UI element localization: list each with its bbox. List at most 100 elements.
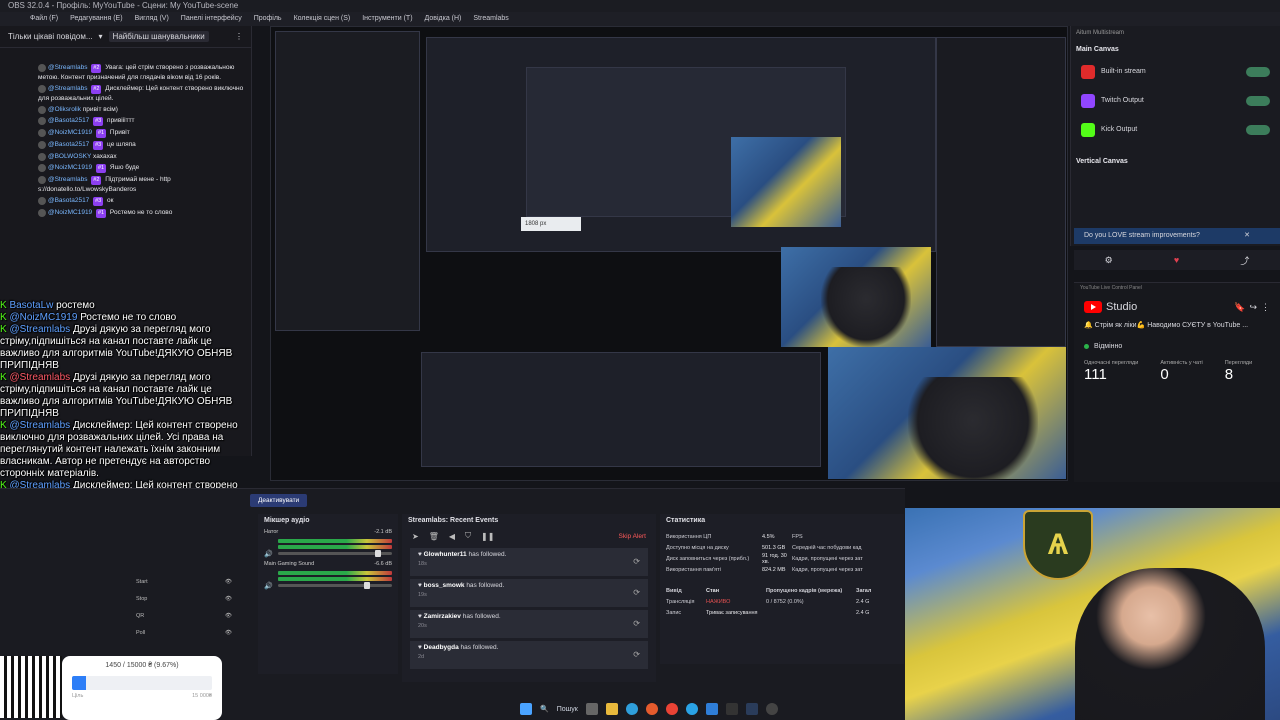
replay-icon[interactable]: ⟳	[633, 650, 640, 659]
event-item[interactable]: ♥ boss_smowk has followed. 19s ⟳	[410, 579, 648, 607]
speaker-icon[interactable]: 🔊	[264, 550, 273, 558]
menu-file[interactable]: Файл (F)	[30, 12, 58, 26]
bookmark-icon[interactable]: 🔖	[1234, 302, 1245, 313]
output-header-cell: Пропущено кадрів (мережа)	[766, 587, 843, 594]
source-item[interactable]: Start 👁	[120, 574, 250, 591]
volume-slider[interactable]	[278, 550, 392, 557]
share-icon[interactable]: ⤴	[1240, 254, 1249, 267]
eye-icon[interactable]: 👁	[225, 591, 232, 608]
volume-slider[interactable]	[278, 582, 392, 589]
eye-icon[interactable]: 👁	[225, 608, 232, 625]
mute-icon[interactable]: ◀	[449, 532, 455, 541]
chat-username[interactable]: @Streamlabs	[48, 176, 87, 183]
chat-username[interactable]: @Streamlabs	[48, 85, 87, 92]
stream-preview[interactable]: 1808 px	[270, 26, 1068, 481]
source-item[interactable]: QR 👁	[120, 608, 250, 625]
more-icon[interactable]: ⋮	[235, 32, 243, 41]
output-header-cell: Вивід	[666, 587, 682, 594]
output-cell: Трансляція	[666, 598, 695, 605]
chrome-icon[interactable]	[665, 703, 678, 715]
avatar	[38, 106, 46, 114]
steam-icon[interactable]	[745, 703, 758, 715]
window-title: OBS 32.0.4 - Профіль: MyYouTube - Сцени:…	[0, 0, 1280, 12]
heart-icon[interactable]: ♥	[1174, 255, 1179, 265]
nested-webcam-medium	[781, 247, 931, 347]
windows-start-icon[interactable]	[520, 703, 532, 715]
mail-icon[interactable]	[705, 703, 718, 715]
taskbar-search[interactable]: Пошук	[557, 706, 578, 713]
event-item[interactable]: ♥ Glowhunter11 has followed. 18s ⟳	[410, 548, 648, 576]
chat-username[interactable]: @BOLWOSKY	[48, 153, 91, 160]
track-name: Main Gaming Sound	[264, 561, 315, 567]
menu-tools[interactable]: Інструменти (T)	[362, 12, 412, 26]
edge-icon[interactable]	[625, 703, 638, 715]
chat-message: @Oliksrolik привіт всім)	[0, 104, 251, 115]
menu-scene-collection[interactable]: Колекція сцен (S)	[294, 12, 351, 26]
task-view-icon[interactable]	[585, 703, 598, 715]
send-icon[interactable]: ➤	[412, 532, 419, 541]
menu-edit[interactable]: Редагування (E)	[70, 12, 122, 26]
gear-icon[interactable]: ⚙	[1105, 255, 1113, 266]
stat-cell: 824.2 MB	[762, 566, 786, 573]
skip-alert-button[interactable]: Skip Alert	[619, 533, 646, 540]
chat-username[interactable]: @Basota2517	[48, 141, 89, 148]
chat-username[interactable]: @Basota2517	[48, 117, 89, 124]
search-icon[interactable]: 🔍	[540, 705, 549, 713]
replay-icon[interactable]: ⟳	[633, 557, 640, 566]
chat-filter-dropdown[interactable]: Тільки цікаві повідом...	[8, 32, 93, 41]
share-icon[interactable]: ↪	[1249, 302, 1257, 313]
chat-username[interactable]: @NoizMC1919	[48, 209, 92, 216]
firefox-icon[interactable]	[645, 703, 658, 715]
file-explorer-icon[interactable]	[605, 703, 618, 715]
menu-view[interactable]: Вигляд (V)	[135, 12, 169, 26]
speaker-icon[interactable]: 🔊	[264, 582, 273, 590]
trash-icon[interactable]: 🗑	[429, 532, 439, 541]
mixer-track: Main Gaming Sound -6.6 dB 🔊	[258, 559, 398, 590]
close-icon[interactable]: ✕	[1244, 228, 1250, 244]
recent-events-dock: Streamlabs: Recent Events ➤ 🗑 ◀ ⛉ ❚❚ Ski…	[402, 514, 656, 682]
output-toggle[interactable]	[1246, 124, 1270, 135]
eye-icon[interactable]: 👁	[225, 574, 232, 591]
chat-username[interactable]: @Streamlabs	[48, 64, 87, 71]
chat-header: Тільки цікаві повідом... ▾ Найбільш шану…	[0, 26, 251, 48]
stream-output-row[interactable]: Kick Output	[1071, 115, 1280, 144]
source-item[interactable]: Stop 👁	[120, 591, 250, 608]
stat-cell: Диск заповниться через (прибл.)	[666, 555, 750, 562]
eye-icon[interactable]: 👁	[225, 625, 232, 642]
replay-icon[interactable]: ⟳	[633, 619, 640, 628]
chat-message-list: @Streamlabs #2 Увага: цей стрім створено…	[0, 48, 251, 219]
output-toggle[interactable]	[1246, 66, 1270, 77]
event-item[interactable]: ♥ Deadbygda has followed. 2d ⟳	[410, 641, 648, 669]
chat-username[interactable]: @NoizMC1919	[48, 129, 92, 136]
chevron-down-icon[interactable]: ▾	[99, 32, 103, 41]
track-name: Натог	[264, 529, 279, 535]
menu-profile[interactable]: Профіль	[254, 12, 282, 26]
chat-sort-button[interactable]: Найбільш шанувальники	[108, 31, 209, 42]
output-toggle[interactable]	[1246, 95, 1270, 106]
deactivate-button[interactable]: Деактивувати	[250, 494, 308, 507]
obs-icon[interactable]	[725, 703, 738, 715]
menu-streamlabs[interactable]: Streamlabs	[473, 12, 508, 26]
stream-output-row[interactable]: Built-in stream	[1071, 57, 1280, 86]
stream-output-row[interactable]: Twitch Output	[1071, 86, 1280, 115]
chat-username[interactable]: @Basota2517	[48, 197, 89, 204]
chat-username[interactable]: @Oliksrolik	[48, 106, 81, 113]
source-item[interactable]: Poll 👁	[120, 625, 250, 642]
more-icon[interactable]: ⋮	[1261, 302, 1270, 313]
chat-username[interactable]: @NoizMC1919	[48, 164, 92, 171]
filter-icon[interactable]: ⛉	[465, 531, 471, 541]
replay-icon[interactable]: ⟳	[633, 588, 640, 597]
app-icon[interactable]	[765, 703, 778, 715]
pause-icon[interactable]: ❚❚	[481, 532, 494, 541]
event-item[interactable]: ♥ Zamirzakiev has followed. 20s ⟳	[410, 610, 648, 638]
avatar	[38, 117, 46, 125]
source-name: QR	[136, 613, 145, 619]
menu-docks[interactable]: Панелі інтерфейсу	[181, 12, 242, 26]
source-name: Stop	[136, 596, 148, 602]
telegram-icon[interactable]	[685, 703, 698, 715]
poll-banner[interactable]: Do you LOVE stream improvements? ✕	[1074, 228, 1280, 244]
studio-stat: Одночасні перегляди 111	[1084, 360, 1138, 383]
stat-cell: Доступно місця на диску	[666, 544, 729, 551]
menu-help[interactable]: Довідка (H)	[425, 12, 462, 26]
chat-message: @NoizMC1919 #1 Ростемо не то слово	[0, 207, 251, 219]
